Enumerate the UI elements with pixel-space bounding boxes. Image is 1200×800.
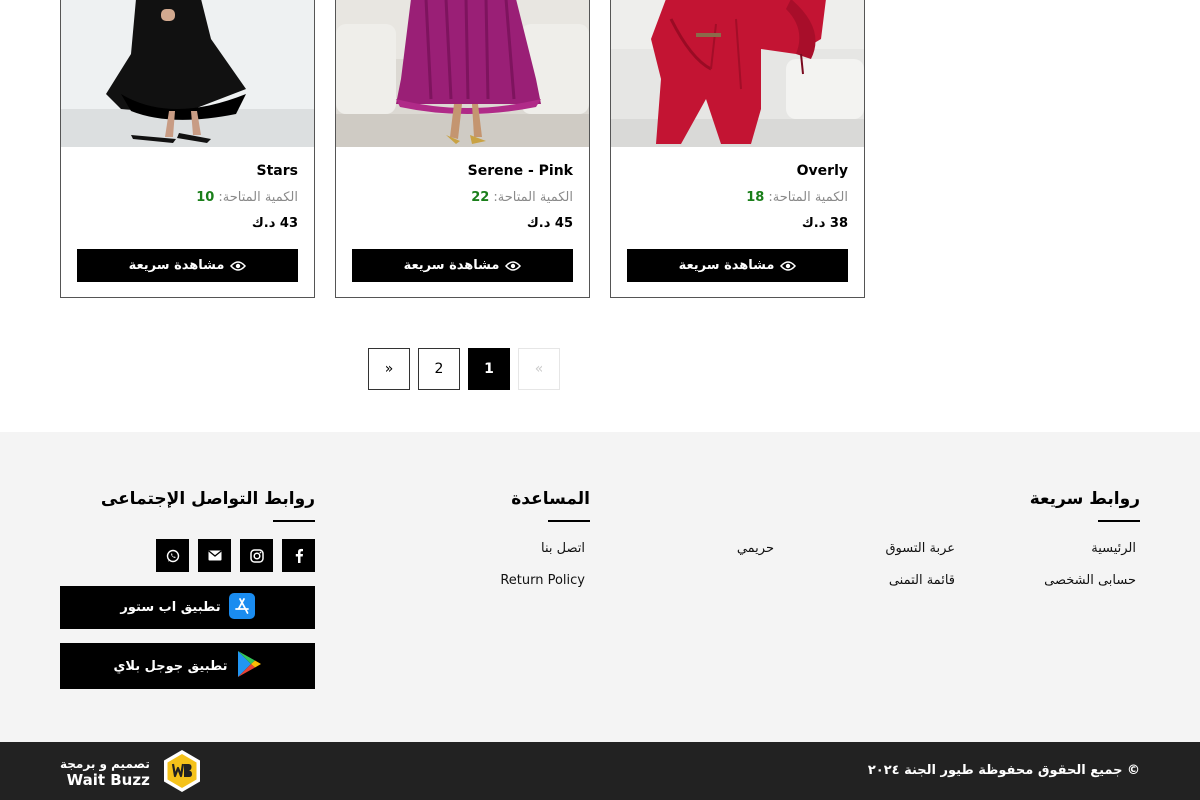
- quick-links-title: روابط سريعة: [1029, 489, 1140, 509]
- app-store-button[interactable]: تطبيق اب ستور: [60, 586, 315, 629]
- eye-icon: [230, 260, 247, 272]
- product-price: 38 د.ك: [801, 216, 848, 231]
- stock-label: الكمية المتاحة:: [768, 190, 848, 205]
- stock-info: الكمية المتاحة:22: [471, 190, 573, 205]
- help-title: المساعدة: [511, 489, 590, 509]
- product-price: 43 د.ك: [251, 216, 298, 231]
- app-store-icon: [228, 592, 255, 623]
- product-image[interactable]: [611, 0, 864, 147]
- pagination: » 2 1 «: [368, 348, 560, 390]
- footer-link-women[interactable]: حريمي: [737, 541, 774, 556]
- quick-view-button[interactable]: مشاهدة سريعة: [77, 249, 298, 282]
- email-icon[interactable]: [198, 539, 231, 572]
- credit-name: Wait Buzz: [66, 771, 150, 789]
- stock-quantity: 22: [471, 190, 490, 205]
- eye-icon: [505, 260, 522, 272]
- credit-text: تصميم و برمجة Wait Buzz: [60, 757, 150, 789]
- quick-view-button[interactable]: مشاهدة سريعة: [352, 249, 573, 282]
- footer-link-return-policy[interactable]: Return Policy: [500, 573, 585, 588]
- credit-line: تصميم و برمجة: [60, 757, 150, 771]
- product-name[interactable]: Stars: [257, 163, 298, 179]
- google-play-button[interactable]: تطبيق جوجل بلاي: [60, 643, 315, 689]
- bottom-bar: © جميع الحقوق محفوظة طيور الجنة ٢٠٢٤ تصم…: [0, 742, 1200, 800]
- google-play-label: تطبيق جوجل بلاي: [113, 658, 228, 674]
- footer-link-contact[interactable]: اتصل بنا: [541, 541, 585, 556]
- product-name[interactable]: Serene - Pink: [468, 163, 573, 179]
- footer: روابط سريعة الرئيسية حسابى الشخصى عربة ا…: [0, 432, 1200, 742]
- instagram-icon[interactable]: [240, 539, 273, 572]
- copyright-text: © جميع الحقوق محفوظة طيور الجنة ٢٠٢٤: [867, 763, 1140, 778]
- whatsapp-icon[interactable]: [156, 539, 189, 572]
- quick-view-label: مشاهدة سريعة: [128, 258, 225, 273]
- google-play-icon: [236, 650, 262, 682]
- pagination-next[interactable]: »: [368, 348, 410, 390]
- product-card[interactable]: Overly الكمية المتاحة:18 38 د.ك مشاهدة س…: [610, 0, 865, 298]
- stock-quantity: 10: [196, 190, 215, 205]
- quick-view-label: مشاهدة سريعة: [678, 258, 775, 273]
- quick-links-underline: [1098, 520, 1140, 522]
- quick-view-button[interactable]: مشاهدة سريعة: [627, 249, 848, 282]
- footer-link-home[interactable]: الرئيسية: [1091, 541, 1136, 556]
- help-underline: [548, 520, 590, 522]
- pagination-page-2[interactable]: 2: [418, 348, 460, 390]
- product-image[interactable]: [336, 0, 589, 147]
- footer-link-account[interactable]: حسابى الشخصى: [1044, 573, 1136, 588]
- pagination-prev: «: [518, 348, 560, 390]
- footer-link-cart[interactable]: عربة التسوق: [885, 541, 955, 556]
- pagination-page-1[interactable]: 1: [468, 348, 510, 390]
- product-grid: Stars الكمية المتاحة:10 43 د.ك مشاهدة سر…: [0, 0, 1200, 300]
- social-title: روابط التواصل الإجتماعى: [100, 489, 315, 509]
- social-underline: [273, 520, 315, 522]
- product-card[interactable]: Serene - Pink الكمية المتاحة:22 45 د.ك م…: [335, 0, 590, 298]
- eye-icon: [780, 260, 797, 272]
- product-card[interactable]: Stars الكمية المتاحة:10 43 د.ك مشاهدة سر…: [60, 0, 315, 298]
- designer-credit[interactable]: تصميم و برمجة Wait Buzz: [60, 749, 202, 797]
- stock-quantity: 18: [746, 190, 765, 205]
- stock-info: الكمية المتاحة:10: [196, 190, 298, 205]
- app-store-label: تطبيق اب ستور: [120, 600, 221, 615]
- social-icons: [156, 539, 315, 572]
- quick-view-label: مشاهدة سريعة: [403, 258, 500, 273]
- stock-info: الكمية المتاحة:18: [746, 190, 848, 205]
- product-image[interactable]: [61, 0, 314, 147]
- stock-label: الكمية المتاحة:: [493, 190, 573, 205]
- product-price: 45 د.ك: [526, 216, 573, 231]
- product-name[interactable]: Overly: [797, 163, 848, 179]
- facebook-icon[interactable]: [282, 539, 315, 572]
- stock-label: الكمية المتاحة:: [218, 190, 298, 205]
- wait-buzz-logo: [162, 749, 202, 797]
- footer-link-wishlist[interactable]: قائمة التمنى: [889, 573, 955, 588]
